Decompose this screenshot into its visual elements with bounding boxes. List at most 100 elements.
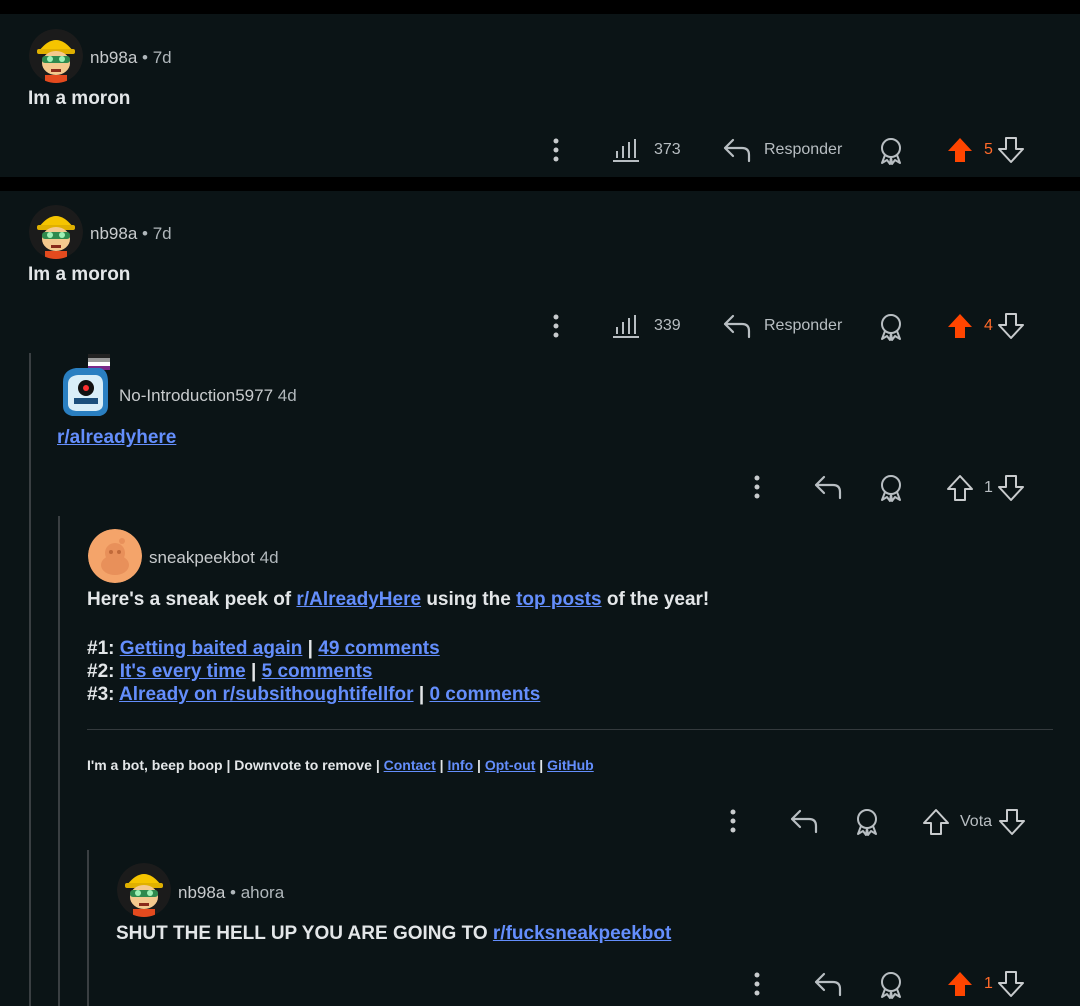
bot-footer: I'm a bot, beep boop | Downvote to remov… [87,757,594,773]
more-button[interactable] [723,808,743,834]
post-link[interactable]: Getting baited again [120,638,303,659]
more-button[interactable] [546,137,566,163]
avatar[interactable] [29,29,83,83]
info-link[interactable]: Info [447,757,473,773]
post-line-3: #3: Already on r/subsithoughtifellfor | … [87,684,540,706]
award-button[interactable] [877,971,905,999]
downvote-icon[interactable] [998,808,1026,836]
downvote-icon[interactable] [997,970,1025,998]
vote-score: 1 [984,479,993,496]
reply-button[interactable] [789,808,819,834]
thread-line[interactable] [87,850,89,1006]
thread-line[interactable] [29,353,31,1006]
vote-score: 1 [984,975,993,992]
award-button[interactable] [853,808,881,836]
vote-label: Vota [960,813,993,830]
more-icon [754,972,760,996]
comment-time: 4d [259,548,279,567]
post-line-2: #2: It's every time | 5 comments [87,661,373,683]
award-icon [881,972,901,999]
more-button[interactable] [747,474,767,500]
separator: | [251,661,257,682]
comments-link[interactable]: 0 comments [429,684,540,705]
reply-icon [814,972,842,997]
opt-out-link[interactable]: Opt-out [485,757,536,773]
comment-time: • 7d [142,224,172,243]
subreddit-link[interactable]: r/fucksneakpeekbot [493,923,671,944]
avatar-image [88,529,142,583]
comment-time: • 7d [142,48,172,67]
post-number: #2: [87,661,115,682]
comment-body: Im a moron [28,264,131,285]
comment-body: Im a moron [28,88,131,109]
views-icon [613,139,639,162]
more-icon [553,314,559,338]
avatar[interactable] [88,529,142,583]
avatar[interactable] [117,863,171,917]
post-link[interactable]: Already on r/subsithoughtifellfor [119,684,414,705]
avatar-image [63,354,110,416]
thread-line[interactable] [58,516,60,1006]
github-link[interactable]: GitHub [547,757,594,773]
contact-link[interactable]: Contact [384,757,436,773]
separator: | [477,757,481,773]
post-number: #1: [87,638,115,659]
subreddit-link[interactable]: r/alreadyhere [57,427,176,448]
comment-time: • ahora [230,883,285,902]
comment-author[interactable]: nb98a [90,48,137,67]
separator: | [539,757,544,773]
upvote-icon[interactable] [946,474,974,502]
vote-score: 5 [984,141,993,158]
more-button[interactable] [546,313,566,339]
more-button[interactable] [747,971,767,997]
comment-author[interactable]: No-Introduction5977 [119,386,273,405]
award-button[interactable] [877,137,905,165]
award-icon [881,138,901,165]
avatar[interactable] [29,205,83,259]
top-posts-link[interactable]: top posts [516,589,602,610]
views-button[interactable]: 339 [612,314,681,338]
upvote-icon[interactable] [946,136,974,164]
views-icon [613,315,639,338]
downvote-icon[interactable] [997,136,1025,164]
vote-control: Vota [922,808,1026,836]
views-button[interactable]: 373 [612,138,681,162]
vote-control: 1 [946,474,1025,502]
intro-text: Here's a sneak peek of [87,589,292,610]
downvote-icon[interactable] [997,474,1025,502]
reply-button[interactable] [813,474,843,500]
comment-author[interactable]: nb98a [90,224,137,243]
comments-link[interactable]: 49 comments [318,638,439,659]
post-link[interactable]: It's every time [120,661,246,682]
avatar-image [29,205,83,259]
comment-author[interactable]: nb98a [178,883,225,902]
award-button[interactable] [877,474,905,502]
reply-icon [814,475,842,500]
vote-control: 5 [946,136,1025,164]
award-button[interactable] [877,313,905,341]
more-icon [754,475,760,499]
reply-button[interactable] [813,971,843,997]
comments-link[interactable]: 5 comments [262,661,373,682]
intro-text: using the [426,589,511,610]
award-icon [881,314,901,341]
comment-divider [0,177,1080,191]
footer-text: I'm a bot, beep boop | Downvote to remov… [87,757,380,773]
comment-author[interactable]: sneakpeekbot [149,548,255,567]
subreddit-link[interactable]: r/AlreadyHere [296,589,421,610]
avatar-image [117,863,171,917]
avatar[interactable] [60,354,110,420]
comment-text: SHUT THE HELL UP YOU ARE GOING TO [116,923,488,944]
reply-button[interactable]: Responder [722,313,842,339]
reply-button[interactable]: Responder [722,137,842,163]
reply-label: Responder [764,317,843,334]
comment-body: SHUT THE HELL UP YOU ARE GOING TO r/fuck… [116,923,671,945]
upvote-icon[interactable] [922,808,950,836]
upvote-icon[interactable] [946,312,974,340]
reply-icon [790,809,818,834]
award-icon [881,475,901,502]
vote-control: 1 [946,970,1025,998]
more-icon [730,809,736,833]
downvote-icon[interactable] [997,312,1025,340]
upvote-icon[interactable] [946,970,974,998]
